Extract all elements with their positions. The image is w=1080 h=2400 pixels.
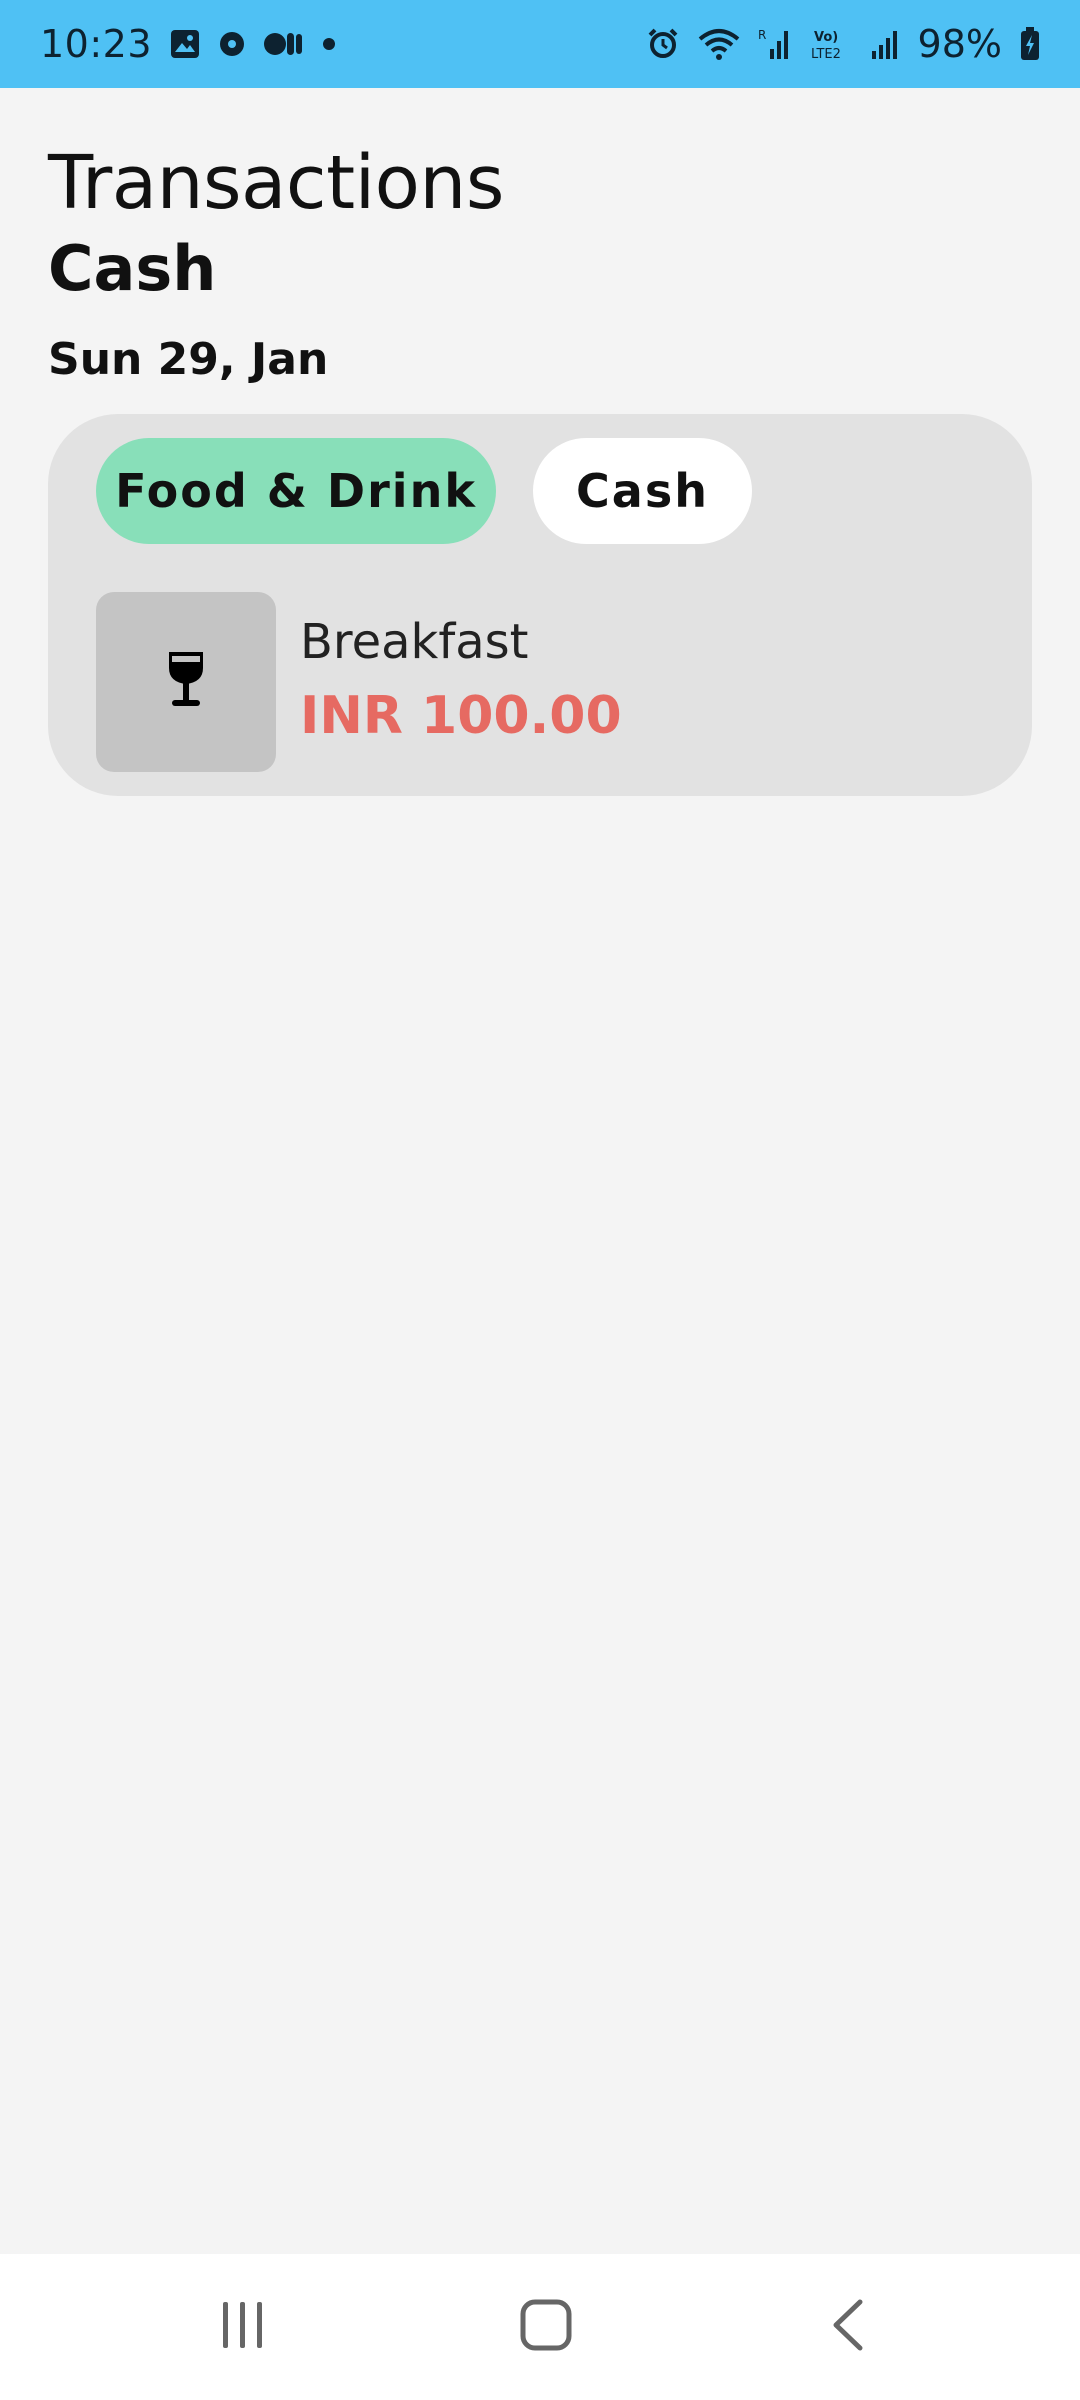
status-time: 10:23 <box>40 22 153 66</box>
account-name: Cash <box>48 232 217 305</box>
wine-glass-icon <box>166 650 206 715</box>
category-chip[interactable]: Food & Drink <box>96 438 496 544</box>
account-chip-label: Cash <box>576 464 709 518</box>
signal-icon: R <box>758 27 792 61</box>
transaction-icon-box <box>96 592 276 772</box>
battery-charging-icon <box>1020 27 1040 61</box>
dot-icon <box>322 37 336 51</box>
home-icon <box>520 2299 572 2356</box>
recents-button[interactable] <box>163 2254 323 2400</box>
media-icon <box>264 31 304 57</box>
gallery-icon <box>170 29 200 59</box>
battery-percentage: 98% <box>917 22 1002 66</box>
home-button[interactable] <box>466 2254 626 2400</box>
svg-text:LTE2: LTE2 <box>811 47 841 61</box>
svg-text:Vo): Vo) <box>814 30 838 45</box>
signal-icon <box>870 29 900 59</box>
date-heading: Sun 29, Jan <box>48 334 329 385</box>
volte-icon: Vo) LTE2 <box>810 27 852 61</box>
account-chip[interactable]: Cash <box>533 438 752 544</box>
page-title: Transactions <box>48 140 504 226</box>
transaction-title: Breakfast <box>300 614 529 670</box>
transaction-amount: INR 100.00 <box>300 686 622 746</box>
back-icon <box>830 2299 866 2356</box>
transaction-card[interactable]: Food & Drink Cash Breakfast INR 100.00 <box>48 414 1032 796</box>
notification-icon <box>218 30 246 58</box>
wifi-icon <box>698 27 740 61</box>
svg-text:R: R <box>758 28 766 42</box>
status-bar-right: R Vo) LTE2 98% <box>646 22 1040 66</box>
status-bar: 10:23 R Vo) LTE2 98% <box>0 0 1080 88</box>
alarm-icon <box>646 27 680 61</box>
navigation-bar <box>0 2254 1080 2400</box>
recents-icon <box>219 2300 267 2355</box>
status-bar-left: 10:23 <box>40 22 336 66</box>
back-button[interactable] <box>768 2254 928 2400</box>
